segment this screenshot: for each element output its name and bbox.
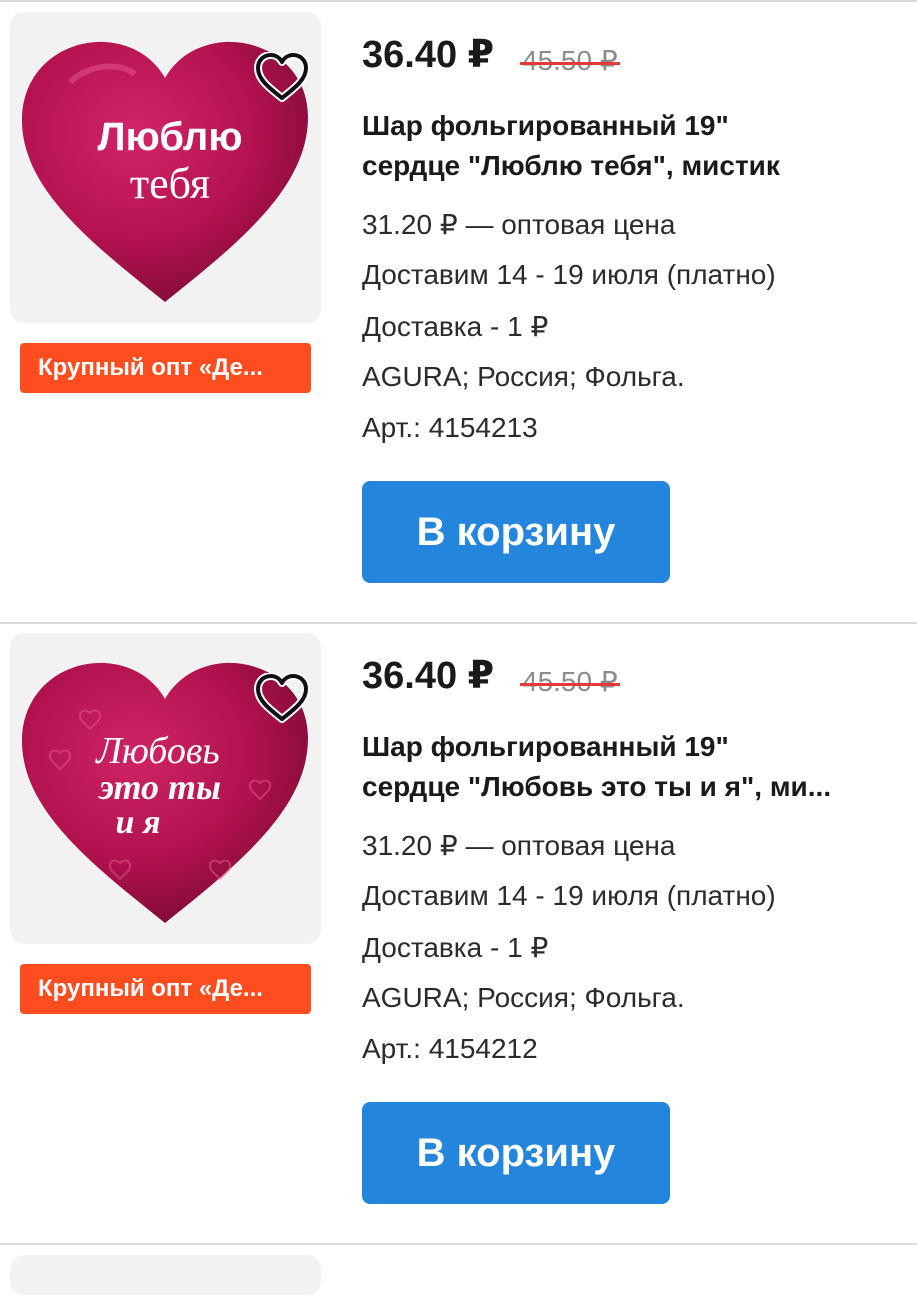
delivery-cost: Доставка - 1 ₽: [362, 932, 549, 963]
old-price: 45.50 ₽: [520, 45, 620, 76]
balloon-text-line2: это ты: [98, 767, 221, 807]
balloon-text-line2: тебя: [130, 159, 210, 208]
product-title-line2: сердце "Любовь это ты и я", ми...: [362, 771, 832, 802]
delivery-cost: Доставка - 1 ₽: [362, 311, 549, 342]
delivery-dates: Доставим 14 - 19 июля (платно): [362, 880, 776, 911]
delivery-dates: Доставим 14 - 19 июля (платно): [362, 259, 776, 290]
current-price: 36.40 ₽: [362, 34, 495, 76]
product-image[interactable]: Любовь это ты и я: [10, 633, 321, 944]
add-to-cart-button[interactable]: В корзину: [362, 1102, 670, 1204]
wholesale-price: 31.20 ₽ — оптовая цена: [362, 830, 676, 861]
balloon-text-line1: Любовь: [95, 730, 219, 772]
product-card: Люблю тебя Крупный опт «Де... 36.40 ₽ 45…: [0, 2, 917, 622]
product-sku: Арт.: 4154212: [362, 1033, 538, 1064]
next-product-image[interactable]: [10, 1255, 321, 1295]
current-price: 36.40 ₽: [362, 655, 495, 697]
product-title[interactable]: Шар фольгированный 19" сердце "Любовь эт…: [362, 727, 892, 807]
card-divider: [0, 1243, 917, 1245]
promo-badge[interactable]: Крупный опт «Де...: [20, 964, 311, 1014]
heart-outline-icon[interactable]: [254, 673, 310, 725]
old-price: 45.50 ₽: [520, 666, 620, 697]
product-specs: AGURA; Россия; Фольга.: [362, 982, 685, 1013]
wholesale-price: 31.20 ₽ — оптовая цена: [362, 209, 676, 240]
product-title-line2: сердце "Люблю тебя", мистик: [362, 150, 780, 181]
promo-badge[interactable]: Крупный опт «Де...: [20, 343, 311, 393]
product-image[interactable]: Люблю тебя: [10, 12, 321, 323]
product-title-line1: Шар фольгированный 19": [362, 110, 729, 141]
balloon-text-line3: и я: [116, 804, 161, 841]
product-sku: Арт.: 4154213: [362, 412, 538, 443]
add-to-cart-button[interactable]: В корзину: [362, 481, 670, 583]
balloon-text-line1: Люблю: [98, 115, 243, 159]
product-specs: AGURA; Россия; Фольга.: [362, 361, 685, 392]
heart-outline-icon[interactable]: [254, 52, 310, 104]
product-title[interactable]: Шар фольгированный 19" сердце "Люблю теб…: [362, 106, 892, 186]
product-card: Любовь это ты и я Крупный опт «Де... 36.…: [0, 623, 917, 1243]
product-title-line1: Шар фольгированный 19": [362, 731, 729, 762]
